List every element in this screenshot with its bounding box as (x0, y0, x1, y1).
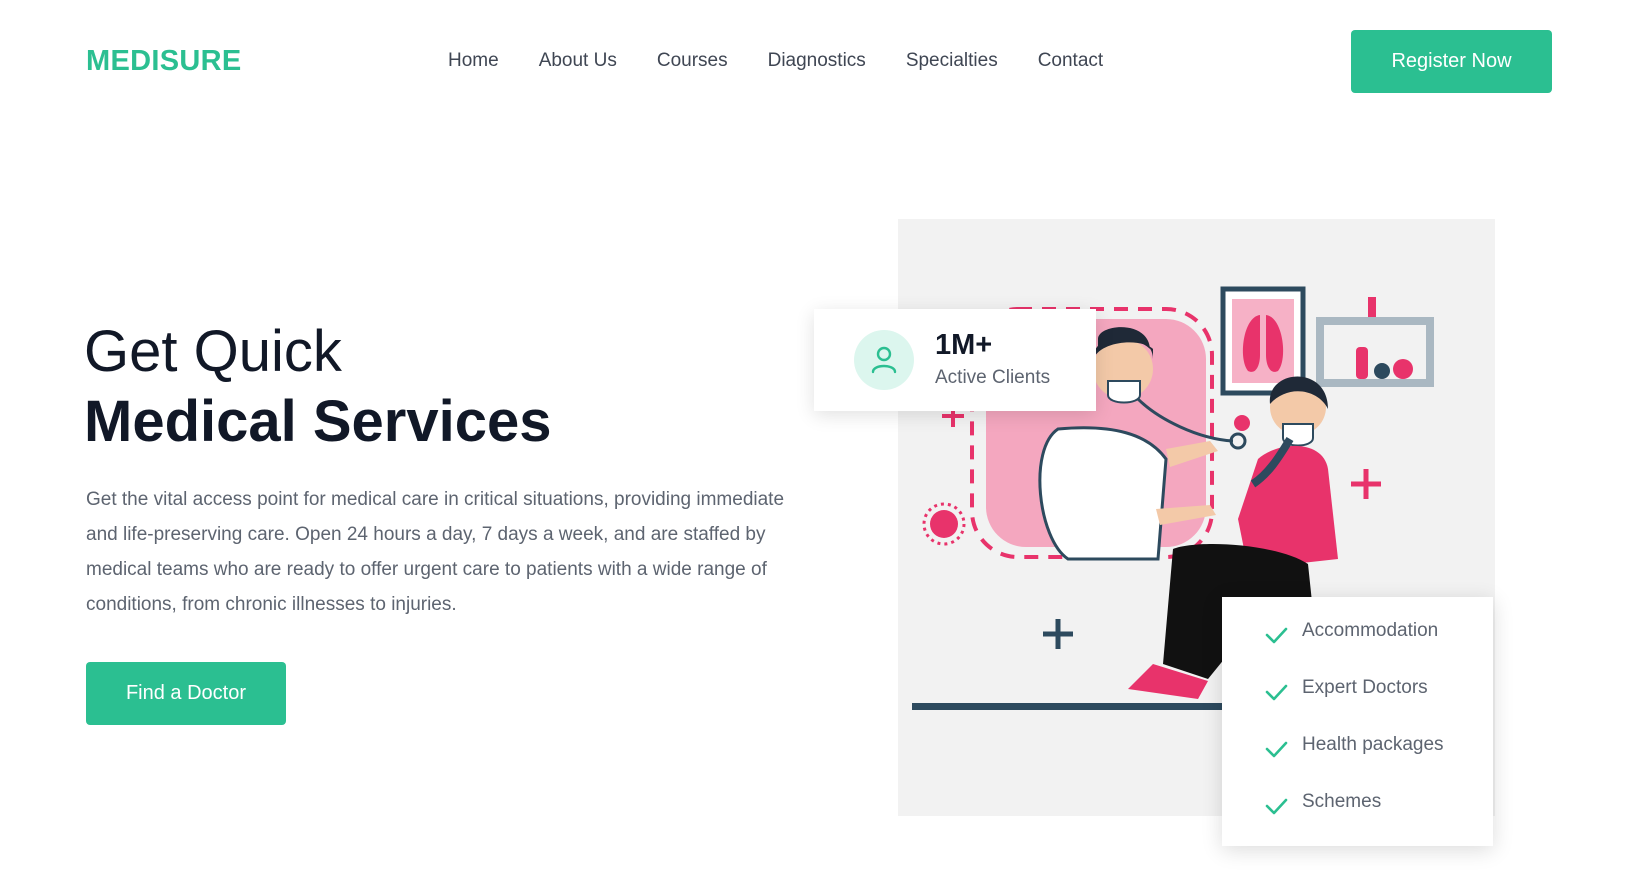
hero-title-line2: Medical Services (84, 389, 552, 454)
features-card: Accommodation Expert Doctors Health pack… (1222, 597, 1493, 846)
user-icon (854, 330, 914, 390)
check-icon (1265, 798, 1288, 815)
nav-item-courses[interactable]: Courses (657, 50, 728, 72)
find-doctor-button[interactable]: Find a Doctor (86, 662, 286, 725)
nav-item-diagnostics[interactable]: Diagnostics (768, 50, 866, 72)
nav-item-about-us[interactable]: About Us (539, 50, 617, 72)
active-clients-card: 1M+ Active Clients (814, 309, 1096, 411)
site-header: MEDISURE Home About Us Courses Diagnosti… (0, 0, 1642, 120)
feature-label: Schemes (1302, 791, 1382, 812)
main-nav: Home About Us Courses Diagnostics Specia… (448, 50, 1143, 72)
feature-label: Accommodation (1302, 620, 1439, 641)
check-icon (1265, 627, 1288, 644)
feature-item-schemes: Schemes (1264, 786, 1381, 818)
hero-description: Get the vital access point for medical c… (86, 489, 785, 615)
active-clients-count: 1M+ (935, 329, 993, 361)
nav-item-contact[interactable]: Contact (1038, 50, 1103, 72)
nav-item-home[interactable]: Home (448, 50, 499, 72)
feature-label: Expert Doctors (1302, 677, 1428, 698)
feature-label: Health packages (1302, 734, 1444, 755)
register-now-button[interactable]: Register Now (1351, 30, 1552, 93)
user-icon-graphic (871, 346, 897, 374)
active-clients-label: Active Clients (935, 367, 1051, 388)
feature-item-health-packages: Health packages (1264, 729, 1444, 761)
check-icon (1265, 684, 1288, 701)
feature-item-expert-doctors: Expert Doctors (1264, 672, 1428, 704)
feature-item-accommodation: Accommodation (1264, 615, 1438, 647)
nav-item-specialties[interactable]: Specialties (906, 50, 998, 72)
hero-title-line1: Get Quick (84, 319, 342, 384)
check-icon (1265, 741, 1288, 758)
brand-logo[interactable]: MEDISURE (86, 45, 241, 78)
